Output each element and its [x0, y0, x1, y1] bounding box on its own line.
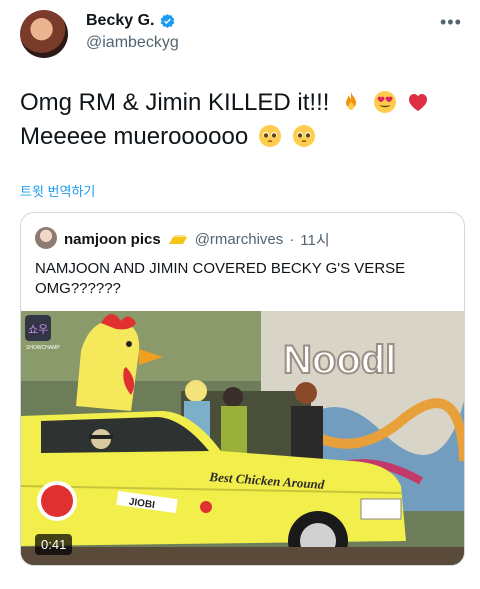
- tweet-text: Omg RM & Jimin KILLED it!!! Meeeee muero…: [20, 86, 460, 154]
- quoted-tweet-card[interactable]: namjoon pics @rmarchives · 11시 NAMJOON A…: [20, 212, 465, 566]
- author-name-row: Becky G.: [86, 12, 176, 30]
- quoted-tweet-time[interactable]: 11시: [300, 229, 329, 250]
- quoted-author-avatar[interactable]: [35, 227, 57, 249]
- channel-sub-text: SHOWCHAMP: [26, 345, 60, 351]
- author-display-name[interactable]: Becky G.: [86, 12, 154, 30]
- translate-tweet-link[interactable]: 트윗 번역하기: [20, 181, 95, 200]
- separator-dot: ·: [289, 231, 295, 248]
- tweet-line-2-text: Meeeee mueroooooo: [20, 123, 249, 150]
- fire-emoji-icon: [346, 92, 357, 110]
- pleading-face-emoji-icon: [292, 125, 315, 147]
- heart-eyes-emoji-icon: [373, 91, 396, 113]
- tweet-line-1: Omg RM & Jimin KILLED it!!!: [20, 86, 460, 120]
- backdrop-sign-text: Noodl: [283, 338, 396, 382]
- quoted-tweet-header: namjoon pics @rmarchives · 11시: [64, 229, 330, 250]
- more-options-button[interactable]: •••: [440, 12, 462, 33]
- video-duration-badge[interactable]: 0:41: [35, 534, 73, 555]
- quoted-author-handle[interactable]: @rmarchives: [195, 231, 284, 248]
- red-heart-emoji-icon: [409, 94, 428, 111]
- tweet-line-1-text: Omg RM & Jimin KILLED it!!!: [20, 89, 330, 116]
- author-avatar[interactable]: [20, 10, 68, 58]
- quoted-author-name[interactable]: namjoon pics: [64, 231, 161, 248]
- quoted-tweet-text: NAMJOON AND JIMIN COVERED BECKY G'S VERS…: [35, 260, 406, 297]
- video-thumbnail: Noodl 쇼우 SHOWCHAMP JIOBI Best Chicken Ar…: [21, 311, 464, 565]
- pleading-face-emoji-icon: [258, 125, 281, 147]
- verified-badge-icon: [161, 13, 175, 28]
- gold-bar-emoji-icon: [168, 234, 187, 244]
- video-player[interactable]: Noodl 쇼우 SHOWCHAMP JIOBI Best Chicken Ar…: [21, 311, 464, 565]
- tweet-line-2: Meeeee mueroooooo: [20, 120, 460, 154]
- author-handle[interactable]: @iambeckyg: [86, 34, 179, 52]
- channel-badge-text: 쇼우: [28, 323, 48, 336]
